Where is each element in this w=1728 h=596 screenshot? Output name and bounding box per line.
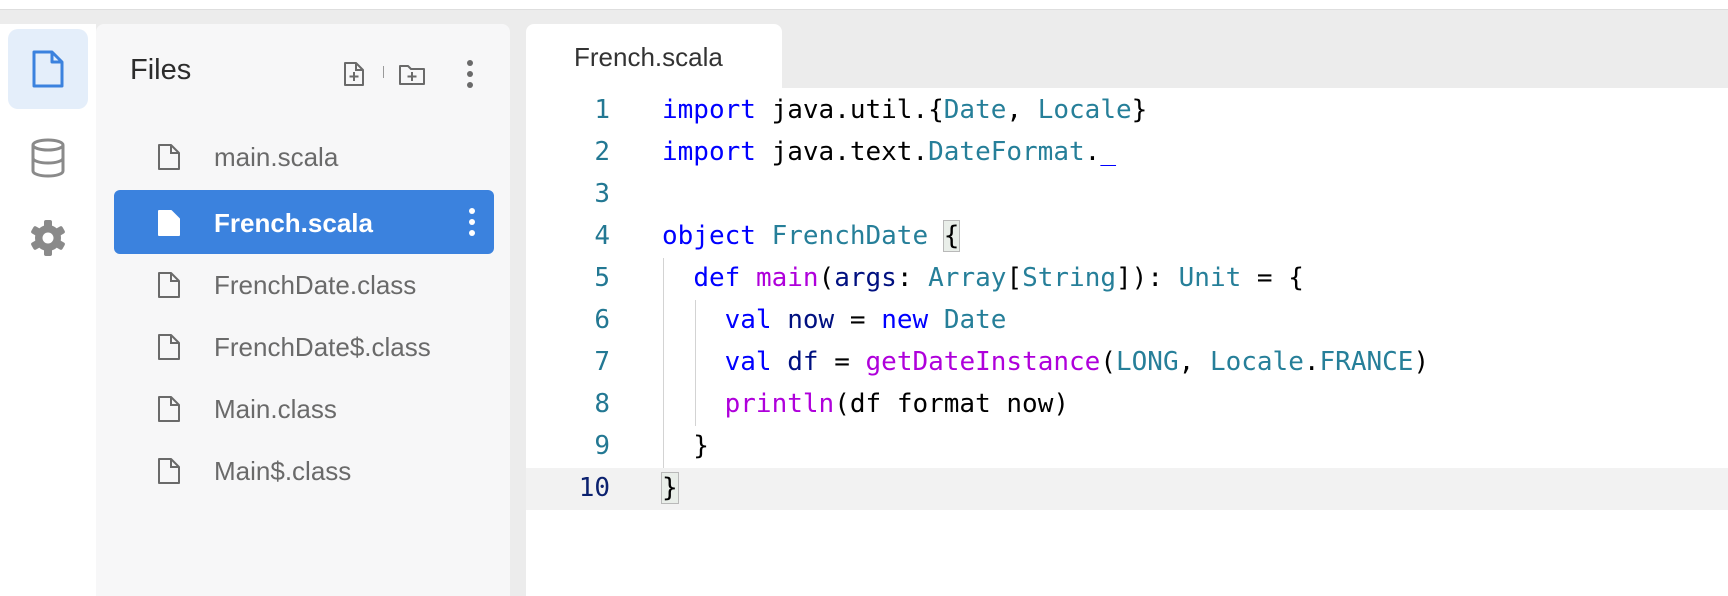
file-item-frenchdate-obj-class[interactable]: FrenchDate$.class [114,314,494,378]
code-line: 5 def main(args: Array[String]): Unit = … [526,258,1728,300]
line-number: 8 [594,389,610,419]
activity-bar [0,24,96,596]
line-text: } [662,431,709,461]
line-text: def main(args: Array[String]): Unit = { [693,263,1304,293]
code-line: 4 object FrenchDate { [526,216,1728,258]
editor-tab-bar: French.scala [526,24,1728,90]
gear-icon [31,220,65,256]
line-number: 4 [594,221,610,251]
line-number: 7 [594,347,610,377]
more-vertical-icon [469,208,475,236]
folder-plus-icon [399,65,425,85]
file-item-french-scala[interactable]: French.scala [114,190,494,254]
code-line: 2 import java.text.DateFormat._ [526,132,1728,174]
file-plus-icon [344,62,364,86]
file-name: French.scala [214,208,373,238]
line-text: val df = getDateInstance(LONG, Locale.FR… [724,347,1430,377]
activity-settings-button[interactable] [8,198,88,278]
line-number: 9 [594,431,610,461]
line-number: 3 [594,179,610,209]
new-folder-button[interactable] [396,58,428,90]
line-text: } [661,472,679,504]
line-text: object FrenchDate { [662,220,961,252]
line-number: 6 [594,305,610,335]
file-icon [158,458,180,484]
code-line: 8 println(df format now) [526,384,1728,426]
code-area[interactable]: 1 import java.util.{Date, Locale} 2 impo… [526,90,1728,596]
line-text: import java.util.{Date, Locale} [662,95,1148,125]
file-item-main-class[interactable]: Main.class [114,376,494,440]
code-line-current: 10 } [526,468,1728,510]
code-line: 7 val df = getDateInstance(LONG, Locale.… [526,342,1728,384]
line-text: val now = new Date [724,305,1007,335]
file-more-button[interactable] [462,206,482,238]
file-name: Main.class [214,394,337,424]
line-number: 1 [594,95,610,125]
file-icon [158,210,180,236]
activity-database-button[interactable] [8,118,88,198]
activity-files-button[interactable] [8,29,88,109]
new-file-button[interactable] [338,58,370,90]
panel-more-button[interactable] [454,58,486,90]
top-strip [0,0,1728,10]
file-icon [32,50,64,88]
file-item-main-obj-class[interactable]: Main$.class [114,438,494,502]
code-line: 1 import java.util.{Date, Locale} [526,90,1728,132]
tab-label: French.scala [574,42,723,72]
file-name: Main$.class [214,456,352,486]
line-number: 5 [594,263,610,293]
file-item-main-scala[interactable]: main.scala [114,124,494,188]
file-icon [158,396,180,422]
line-text: import java.text.DateFormat._ [662,137,1116,167]
file-item-frenchdate-class[interactable]: FrenchDate.class [114,252,494,316]
file-icon [158,272,180,298]
file-icon [158,334,180,360]
code-line: 6 val now = new Date [526,300,1728,342]
file-name: FrenchDate.class [214,270,417,300]
line-text: println(df format now) [724,389,1070,419]
tab-french-scala[interactable]: French.scala [526,24,782,90]
file-panel: Files main.scala French.scala FrenchDate… [96,24,510,596]
line-number: 2 [594,137,610,167]
panel-title: Files [130,54,192,86]
code-editor: French.scala 1 import java.util.{Date, L… [526,24,1728,596]
file-name: main.scala [214,142,339,172]
line-number: 10 [578,473,610,503]
toolbar-divider [383,66,384,78]
code-line: 3 [526,174,1728,216]
file-name: FrenchDate$.class [214,332,431,362]
database-icon [31,138,65,178]
code-line: 9 } [526,426,1728,468]
file-icon [158,144,180,170]
more-vertical-icon [467,60,473,88]
